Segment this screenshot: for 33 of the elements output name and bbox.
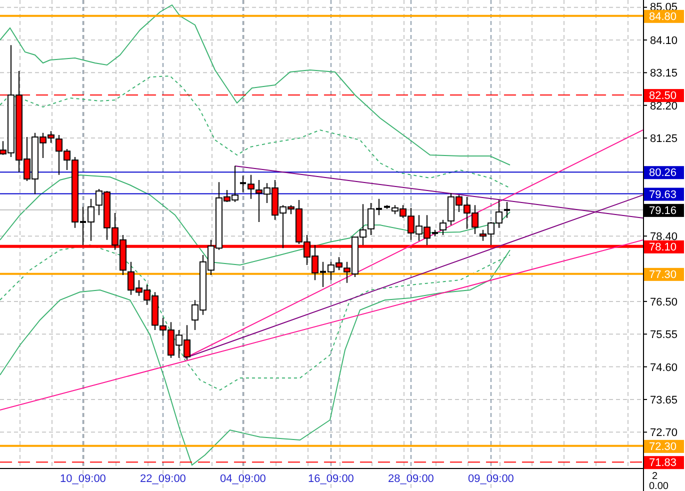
- price-axis-label: 83.15: [650, 68, 678, 80]
- time-axis-label: 22_09:00: [140, 473, 186, 485]
- price-axis-label: 74.60: [650, 362, 678, 374]
- time-axis-label: 28_09:00: [388, 473, 434, 485]
- price-axis-label: 73.65: [650, 394, 678, 406]
- price-axis-label: 81.25: [650, 133, 678, 146]
- price-label: 79.16: [644, 204, 684, 217]
- price-label: 71.83: [644, 456, 684, 470]
- price-axis-label: 82.20: [650, 100, 678, 112]
- indicator-axis-label: 0.00: [649, 481, 668, 491]
- price-label: 82.50: [644, 89, 684, 102]
- price-axis-label: 72.70: [650, 427, 678, 440]
- price-axis-label: 84.10: [650, 35, 678, 47]
- price-axis-label: 75.55: [650, 329, 678, 342]
- price-label: 84.80: [644, 10, 684, 23]
- price-axis-label: 76.50: [650, 296, 678, 308]
- price-label: 78.10: [644, 240, 684, 254]
- candlestick: [80, 206, 86, 246]
- candlestick: [240, 175, 246, 193]
- candlestick: [432, 229, 438, 237]
- time-axis-label: 16_09:00: [308, 473, 354, 485]
- time-axis-label: 10_09:00: [60, 473, 106, 485]
- candlestick: [320, 261, 326, 288]
- price-label: 80.26: [644, 166, 684, 180]
- candlestick: [384, 204, 390, 210]
- price-label: 79.63: [644, 188, 684, 201]
- candlestick: [504, 202, 510, 218]
- price-label: 77.30: [644, 268, 684, 281]
- indicator-axis-label: 2: [652, 471, 658, 482]
- candlestick: [376, 198, 382, 216]
- price-label: 72.30: [644, 440, 684, 453]
- time-axis-label: 09_09:00: [468, 473, 514, 485]
- time-axis-label: 04_09:00: [220, 473, 266, 485]
